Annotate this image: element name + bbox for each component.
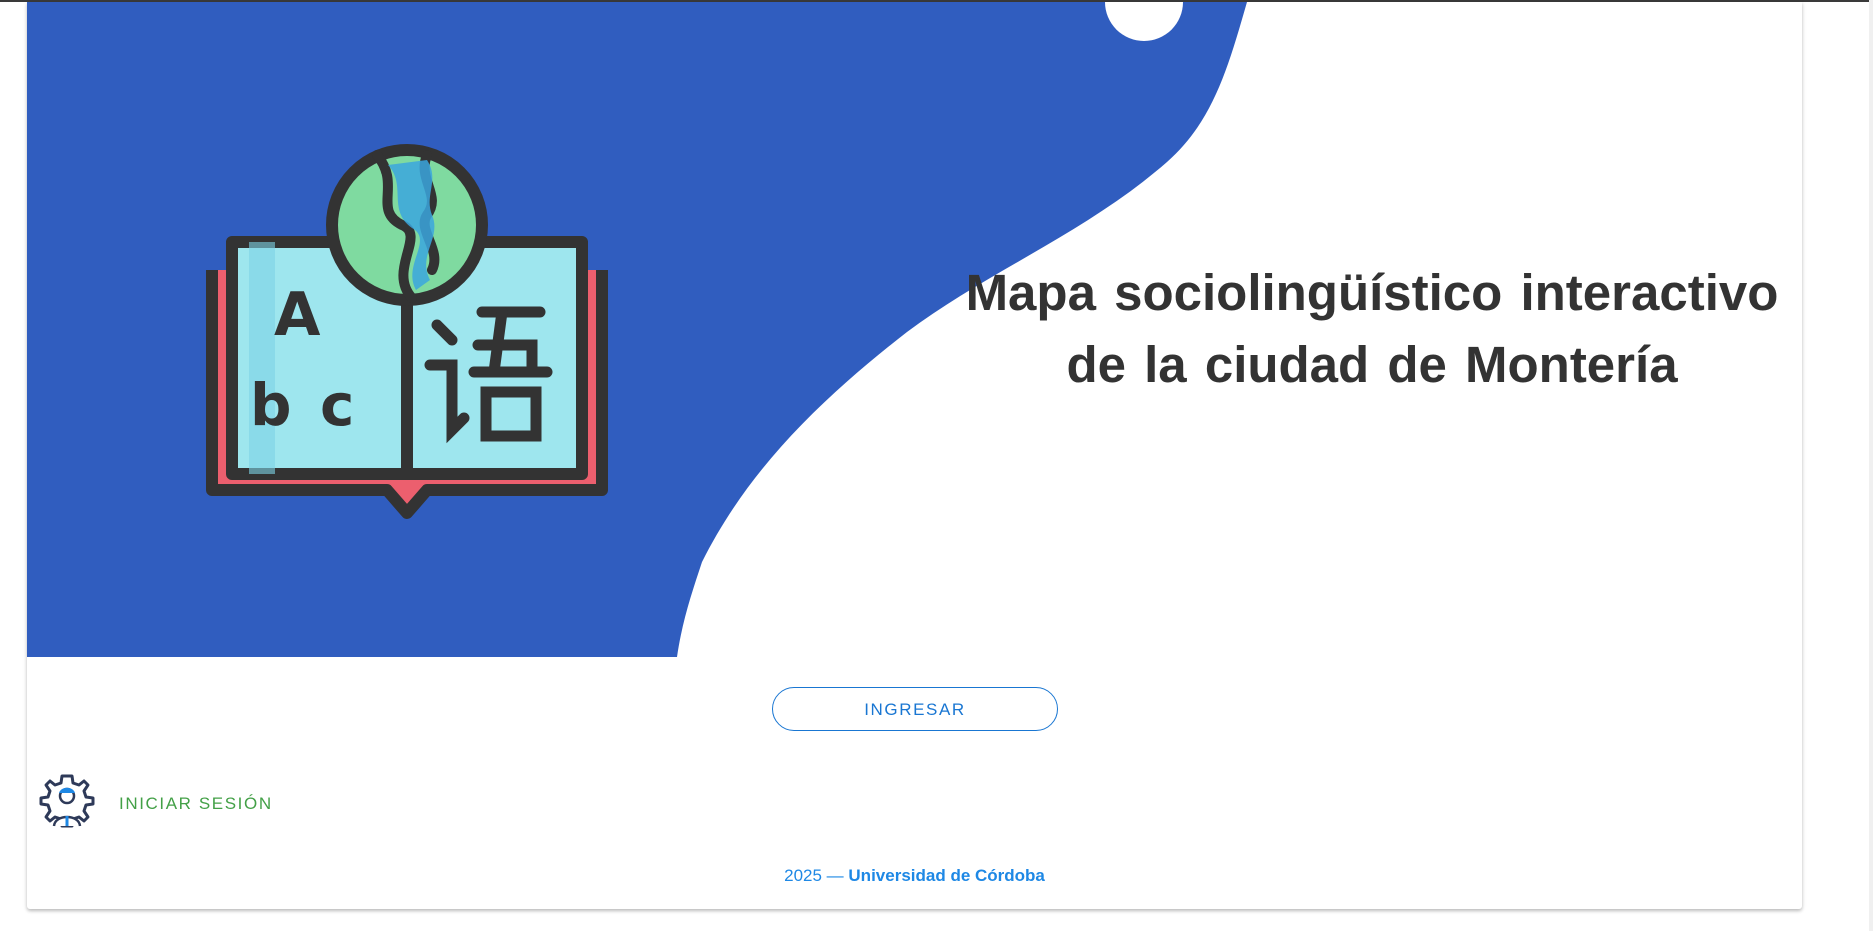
footer-separator: — bbox=[826, 866, 844, 885]
footer: 2025 — Universidad de Córdoba bbox=[27, 866, 1802, 886]
footer-organization: Universidad de Córdoba bbox=[848, 866, 1045, 885]
admin-gear-user-icon[interactable] bbox=[39, 772, 95, 836]
svg-text:c: c bbox=[320, 371, 354, 439]
hero-banner: A b c Mapa sociolingüístico interactivo … bbox=[27, 2, 1802, 657]
iniciar-sesion-link[interactable]: INICIAR SESIÓN bbox=[119, 794, 273, 814]
svg-text:A: A bbox=[274, 280, 321, 350]
open-book-globe-icon: A b c bbox=[206, 144, 608, 519]
login-row[interactable]: INICIAR SESIÓN bbox=[39, 772, 273, 836]
page-title: Mapa sociolingüístico interactivo de la … bbox=[965, 264, 1779, 393]
landing-card: A b c Mapa sociolingüístico interactivo … bbox=[27, 2, 1802, 909]
ingresar-button[interactable]: INGRESAR bbox=[772, 687, 1058, 731]
footer-year: 2025 bbox=[784, 866, 822, 885]
svg-text:b: b bbox=[250, 371, 292, 439]
scrollbar-track[interactable] bbox=[1869, 0, 1873, 931]
